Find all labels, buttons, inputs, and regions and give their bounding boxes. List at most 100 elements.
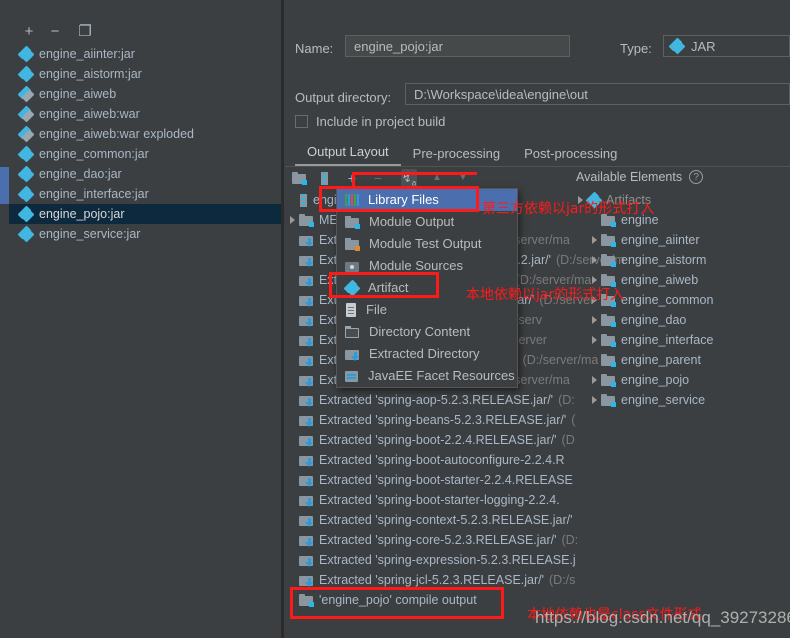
available-tree-row[interactable]: engine_pojo: [590, 370, 790, 390]
folder-icon: [601, 233, 616, 247]
artifact-list-item[interactable]: engine_aiweb:war: [9, 104, 281, 124]
war-icon: [17, 85, 35, 103]
extracted-directory-icon: [299, 334, 314, 347]
output-tree-row[interactable]: Extracted 'spring-beans-5.2.3.RELEASE.ja…: [288, 410, 578, 430]
arrow-spacer: [288, 470, 299, 490]
output-tree-row-label: Extracted 'spring-expression-5.2.3.RELEA…: [319, 553, 576, 567]
available-tree-row[interactable]: engine_aiinter: [590, 230, 790, 250]
minus-icon: −: [50, 23, 60, 40]
popup-menu-item[interactable]: Extracted Directory: [337, 343, 517, 365]
popup-menu-item[interactable]: Module Test Output: [337, 233, 517, 255]
folder-icon: [601, 253, 616, 267]
arrow-spacer: [288, 550, 299, 570]
type-select[interactable]: JAR: [663, 35, 790, 57]
watermark: https://blog.csdn.net/qq_39273286: [535, 608, 790, 627]
available-tree-row-label: engine_parent: [621, 353, 701, 367]
tab-post-processing[interactable]: Post-processing: [512, 146, 629, 166]
tab-pre-processing[interactable]: Pre-processing: [401, 146, 512, 166]
arrow-spacer: [288, 450, 299, 470]
expand-arrow-icon[interactable]: [590, 350, 601, 370]
artifact-list-item[interactable]: engine_service:jar: [9, 224, 281, 244]
extracted-directory-icon: [299, 374, 314, 387]
artifact-list-pane: + − ❐ engine_aiinter:jar engine_aistorm:j…: [0, 0, 281, 638]
available-tree-row[interactable]: engine_interface: [590, 330, 790, 350]
artifact-list-item[interactable]: engine_interface:jar: [9, 184, 281, 204]
extracted-directory-icon: [299, 354, 314, 367]
folder-icon: [601, 353, 616, 367]
output-tree-row-label: Extracted 'spring-beans-5.2.3.RELEASE.ja…: [319, 413, 567, 427]
artifact-list-item[interactable]: engine_aiweb:war exploded: [9, 124, 281, 144]
output-tree-row[interactable]: Extracted 'spring-core-5.2.3.RELEASE.jar…: [288, 530, 578, 550]
extracted-directory-icon: [299, 474, 314, 487]
artifact-list-item[interactable]: engine_common:jar: [9, 144, 281, 164]
arrow-spacer: [288, 490, 299, 510]
expand-arrow-icon[interactable]: [590, 370, 601, 390]
extracted-directory-icon: [299, 434, 314, 447]
artifact-list-item[interactable]: engine_dao:jar: [9, 164, 281, 184]
tab-output-layout[interactable]: Output Layout: [295, 144, 401, 166]
create-archive-button[interactable]: [320, 169, 332, 187]
output-tree-row[interactable]: Extracted 'spring-aop-5.2.3.RELEASE.jar/…: [288, 390, 578, 410]
name-row: Name:: [295, 36, 333, 60]
available-tree-row-label: engine_aiweb: [621, 273, 699, 287]
highlight-connector-line-h: [352, 172, 477, 175]
expand-arrow-icon[interactable]: [590, 250, 601, 270]
extracted-directory-icon: [299, 294, 314, 307]
available-tree-row[interactable]: engine_aistorm: [590, 250, 790, 270]
expand-arrow-icon[interactable]: [590, 230, 601, 250]
expand-arrow-icon[interactable]: [288, 210, 299, 230]
extracted-directory-icon: [299, 254, 314, 267]
jar-icon: [17, 65, 35, 83]
output-tree-row-label: Extracted 'spring-boot-2.2.4.RELEASE.jar…: [319, 433, 557, 447]
output-tree-row[interactable]: Extracted 'spring-jcl-5.2.3.RELEASE.jar/…: [288, 570, 578, 590]
artifact-list-item-label: engine_aiweb:war: [39, 107, 140, 121]
popup-menu-item-label: Module Output: [369, 214, 455, 229]
arrow-spacer: [288, 590, 299, 610]
output-tree-row-path: (D:/server/ma: [522, 353, 599, 367]
left-scrollbar-thumb[interactable]: [0, 167, 9, 204]
available-tree-row[interactable]: engine_parent: [590, 350, 790, 370]
arrow-spacer: [288, 290, 299, 310]
name-input[interactable]: engine_pojo:jar: [345, 35, 570, 57]
popup-menu-item[interactable]: JavaEE Facet Resources: [337, 365, 517, 387]
popup-menu-item-label: Directory Content: [369, 324, 471, 339]
directory-content-icon: [345, 325, 360, 339]
popup-menu-item-label: Artifact: [368, 280, 409, 295]
artifact-list-item[interactable]: engine_aiinter:jar: [9, 44, 281, 64]
output-dir-input[interactable]: D:\Workspace\idea\engine\out: [405, 83, 790, 105]
type-value: JAR: [691, 38, 716, 54]
popup-menu-item[interactable]: Directory Content: [337, 321, 517, 343]
include-in-build-checkbox[interactable]: Include in project build: [295, 114, 445, 129]
extracted-directory-icon: [345, 348, 360, 361]
annotation-third-party: 第三方依赖以jar的形式打入: [482, 201, 655, 217]
output-tree-row-path: (D: [561, 433, 575, 447]
artifact-list-item[interactable]: engine_pojo:jar: [9, 204, 281, 224]
left-scrollbar[interactable]: [0, 0, 9, 638]
output-tree-row[interactable]: Extracted 'spring-boot-autoconfigure-2.2…: [288, 450, 578, 470]
output-tree-row[interactable]: Extracted 'spring-context-5.2.3.RELEASE.…: [288, 510, 578, 530]
help-icon[interactable]: ?: [689, 170, 704, 184]
output-tree-row[interactable]: Extracted 'spring-expression-5.2.3.RELEA…: [288, 550, 578, 570]
remove-artifact-button[interactable]: −: [45, 22, 65, 42]
available-tree-row[interactable]: engine_dao: [590, 310, 790, 330]
arrow-spacer: [288, 530, 299, 550]
popup-menu-item[interactable]: Module Sources: [337, 255, 517, 277]
extracted-directory-icon: [299, 554, 314, 567]
checkbox-box[interactable]: [295, 115, 308, 128]
add-artifact-button[interactable]: +: [19, 22, 39, 42]
expand-arrow-icon[interactable]: [590, 310, 601, 330]
artifact-list-item[interactable]: engine_aistorm:jar: [9, 64, 281, 84]
expand-arrow-icon[interactable]: [590, 330, 601, 350]
output-tree-row[interactable]: Extracted 'spring-boot-2.2.4.RELEASE.jar…: [288, 430, 578, 450]
expand-arrow-icon[interactable]: [590, 390, 601, 410]
output-tree-row[interactable]: Extracted 'spring-boot-starter-logging-2…: [288, 490, 578, 510]
create-directory-button[interactable]: [292, 169, 310, 187]
output-tree-row-path: (D:: [561, 533, 579, 547]
copy-artifact-button[interactable]: ❐: [75, 22, 95, 42]
artifact-list-item[interactable]: engine_aiweb: [9, 84, 281, 104]
jar-icon: [17, 145, 35, 163]
available-tree-row[interactable]: engine_service: [590, 390, 790, 410]
arrow-spacer: [288, 510, 299, 530]
extracted-directory-icon: [299, 454, 314, 467]
output-tree-row[interactable]: Extracted 'spring-boot-starter-2.2.4.REL…: [288, 470, 578, 490]
